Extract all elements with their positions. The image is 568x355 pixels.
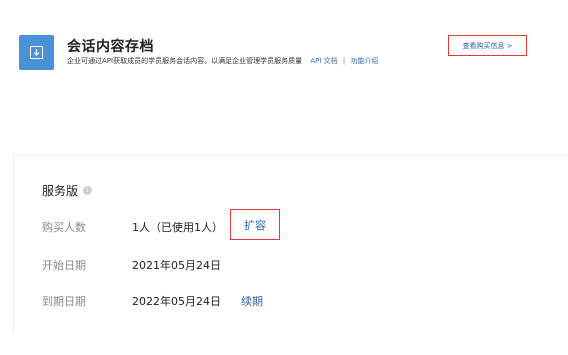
feature-intro-link[interactable]: 功能介绍 — [350, 57, 378, 65]
card-top-border — [13, 155, 568, 156]
app-title: 会话内容存档 — [67, 39, 154, 55]
purchased-seats-value: 1人（已使用1人） — [132, 221, 223, 234]
card-left-border — [13, 155, 14, 332]
app-description: 企业可通过API获取成员的学员服务会话内容，以满足企业管理学员服务质量 API … — [67, 56, 447, 66]
purchased-seats-label: 购买人数 — [42, 221, 86, 234]
app-header: 会话内容存档 企业可通过API获取成员的学员服务会话内容，以满足企业管理学员服务… — [0, 0, 568, 100]
info-icon[interactable]: i — [83, 186, 93, 195]
description-text: 企业可通过API获取成员的学员服务会话内容，以满足企业管理学员服务质量 — [67, 57, 303, 65]
end-date-value: 2022年05月24日 — [132, 295, 221, 308]
download-box-icon — [19, 35, 54, 70]
expand-capacity-link[interactable]: 扩容 — [244, 217, 266, 233]
expand-highlight-box: 扩容 — [230, 209, 280, 240]
start-date-value: 2021年05月24日 — [132, 259, 221, 272]
plan-title-text: 服务版 — [42, 184, 79, 198]
start-date-label: 开始日期 — [42, 259, 86, 272]
renew-link[interactable]: 续期 — [241, 293, 263, 309]
plan-section-title: 服务版 i — [42, 182, 93, 199]
view-purchase-info-button[interactable]: 查看购买信息 > — [448, 35, 527, 56]
api-doc-link[interactable]: API 文档 — [310, 57, 337, 65]
link-separator: | — [342, 57, 346, 65]
end-date-label: 到期日期 — [42, 295, 86, 308]
